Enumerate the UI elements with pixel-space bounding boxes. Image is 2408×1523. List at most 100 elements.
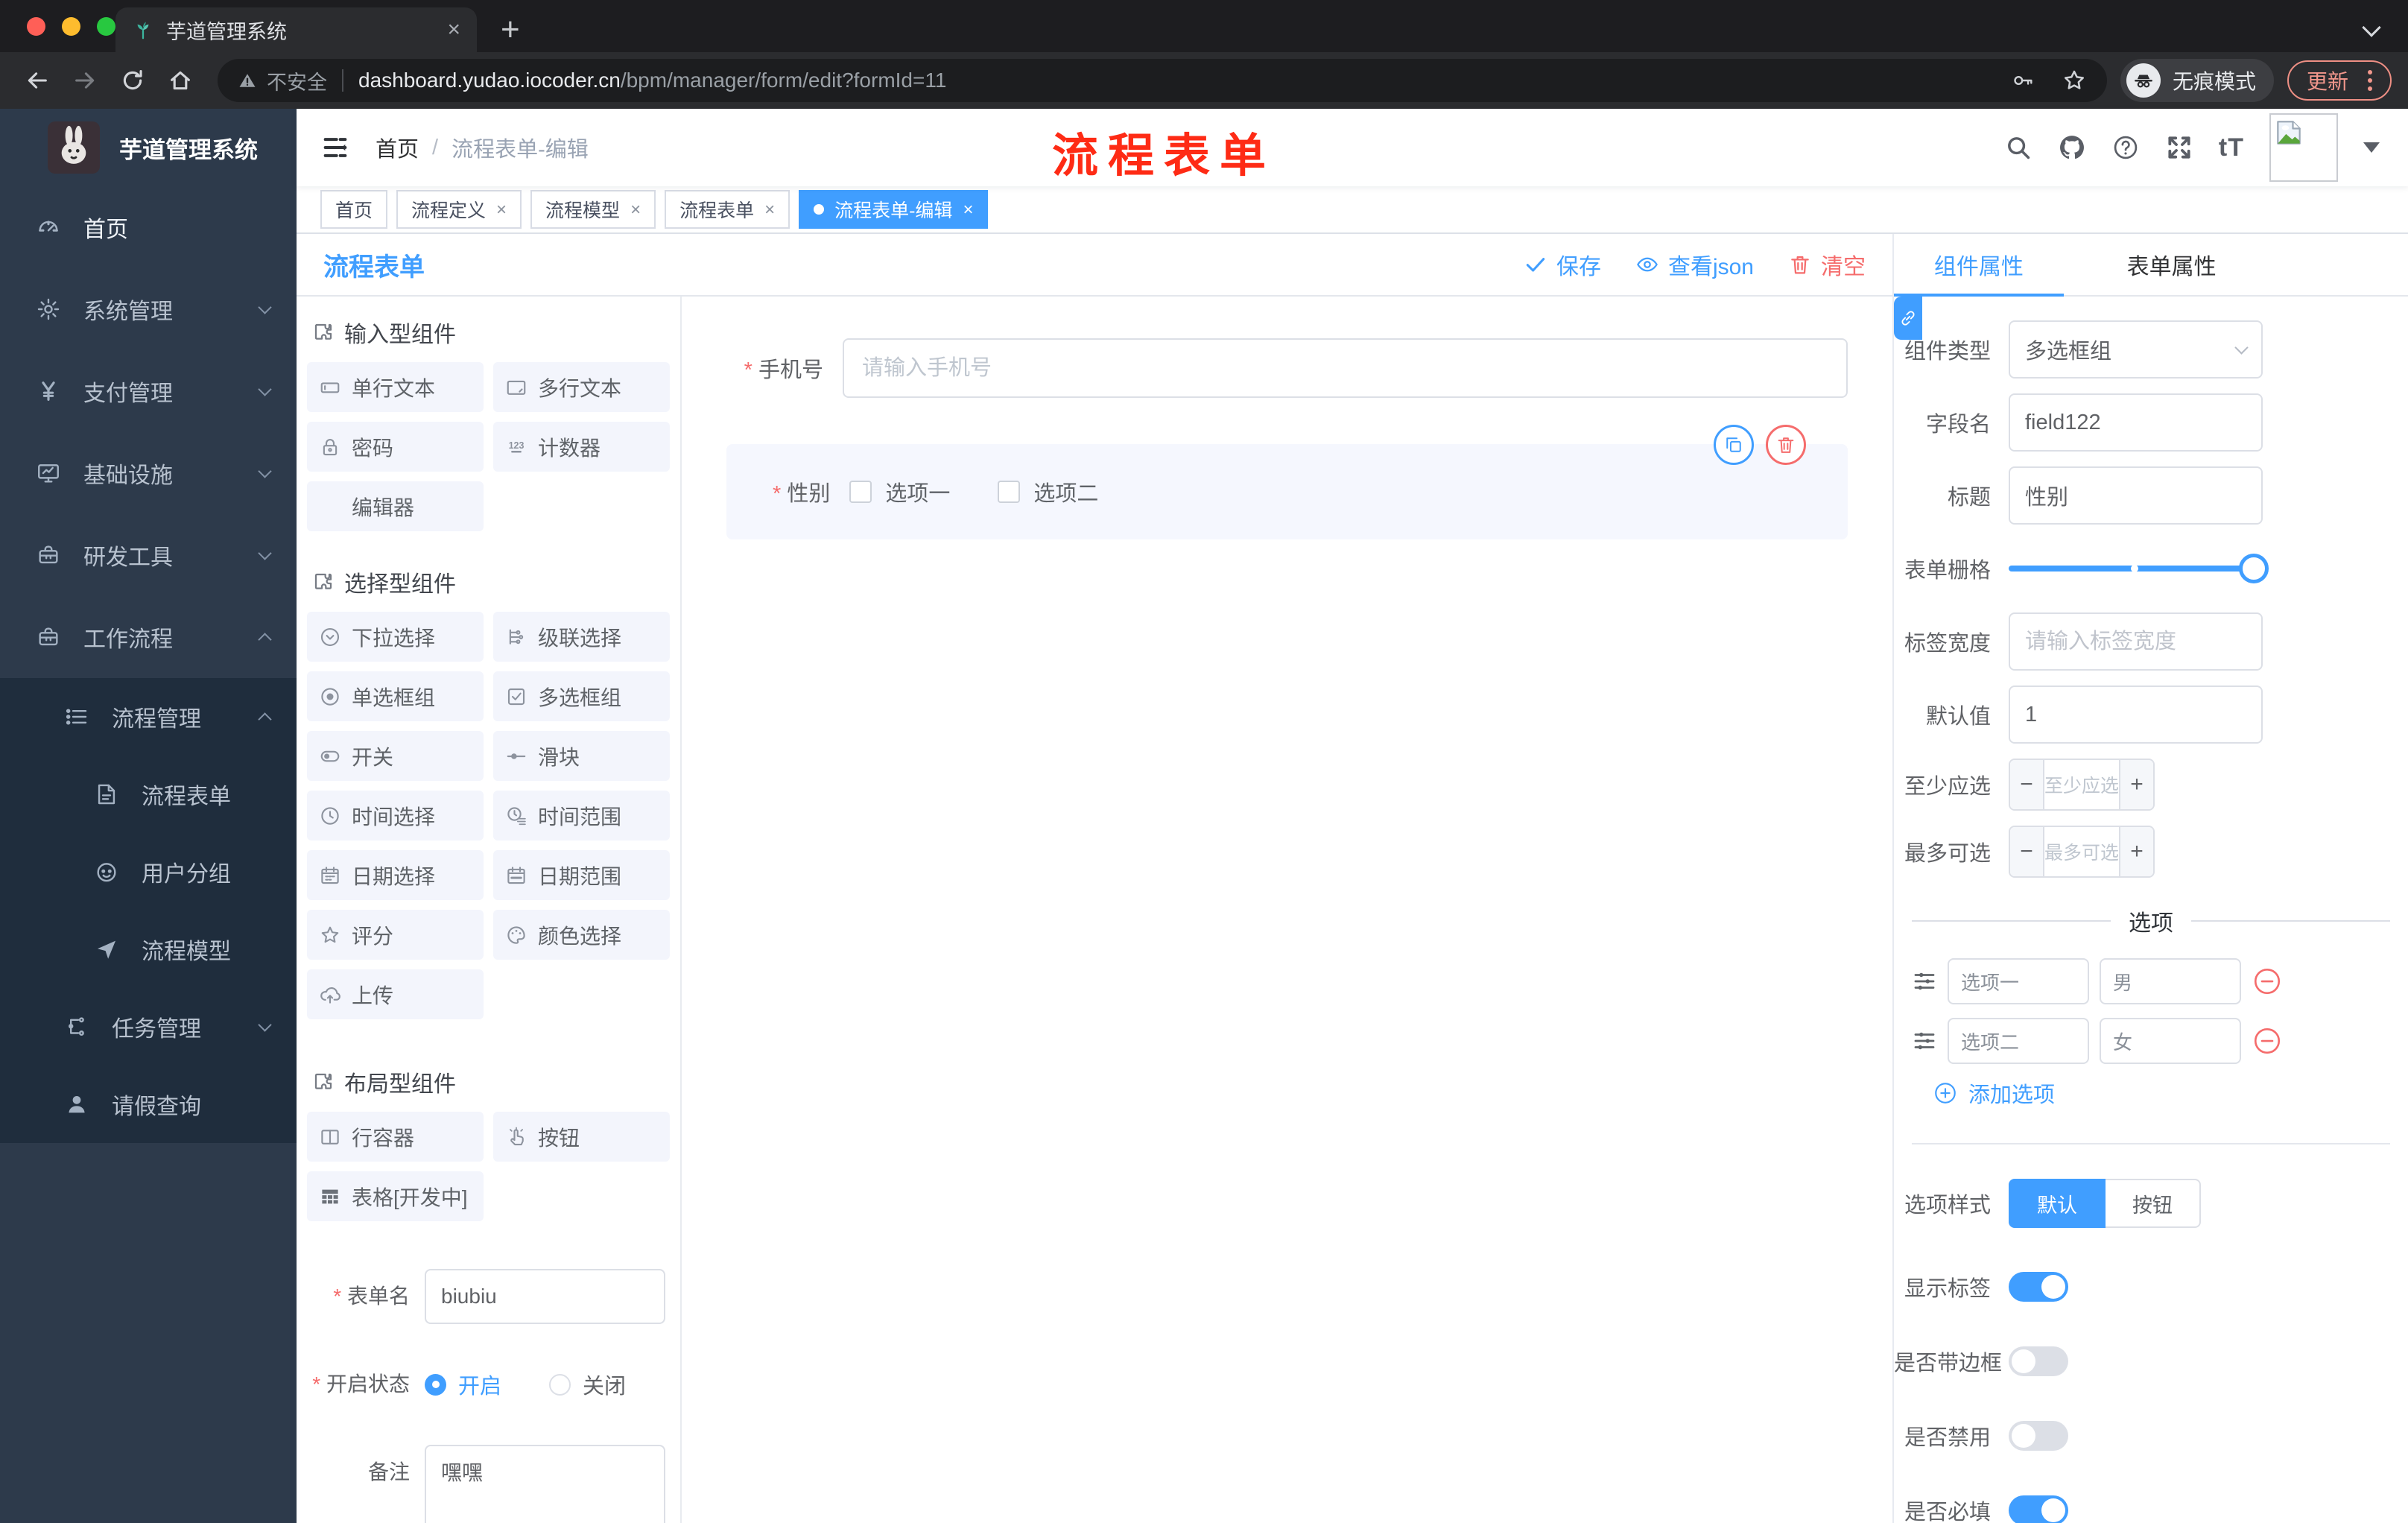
sidebar-item-user-group[interactable]: 用户分组 — [0, 833, 297, 911]
palette-item-switch[interactable]: 开关 — [307, 731, 484, 781]
form-grid-slider[interactable] — [2009, 539, 2269, 598]
palette-item-time-picker[interactable]: 时间选择 — [307, 791, 484, 840]
drag-handle-icon[interactable] — [1912, 969, 1937, 994]
help-icon[interactable] — [2111, 133, 2140, 162]
drag-handle-icon[interactable] — [1912, 1028, 1937, 1054]
palette-item-date-picker[interactable]: 日期选择 — [307, 850, 484, 900]
sidebar-item-home[interactable]: 首页 — [0, 186, 297, 268]
tag-close-icon[interactable] — [630, 199, 641, 221]
palette-item-color-picker[interactable]: 颜色选择 — [493, 910, 670, 960]
tab-search-chevron-icon[interactable] — [2362, 18, 2381, 37]
form-canvas[interactable]: 手机号 性别 选项一 — [682, 297, 1892, 1523]
github-icon[interactable] — [2058, 133, 2086, 162]
sidebar-fold-icon[interactable] — [320, 133, 350, 162]
fullscreen-icon[interactable] — [2165, 133, 2193, 162]
new-tab-button[interactable]: + — [501, 13, 520, 46]
required-switch[interactable] — [2009, 1495, 2068, 1523]
copy-item-button[interactable] — [1714, 425, 1754, 465]
window-controls[interactable] — [27, 17, 115, 36]
security-warning[interactable]: 不安全 — [237, 66, 327, 95]
zoom-window-button[interactable] — [97, 17, 115, 36]
palette-item-cascader[interactable]: 级联选择 — [493, 612, 670, 662]
palette-item-counter[interactable]: 计数器 — [493, 422, 670, 472]
tab-form-props[interactable]: 表单属性 — [2064, 234, 2280, 295]
bookmark-star-icon[interactable] — [2061, 67, 2088, 94]
stepper-minus-button[interactable] — [2010, 760, 2044, 809]
clear-button[interactable]: 清空 — [1788, 248, 1866, 281]
tag-process-form-edit[interactable]: 流程表单-编辑 — [799, 190, 989, 229]
palette-item-row-container[interactable]: 行容器 — [307, 1112, 484, 1162]
palette-item-password[interactable]: 密码 — [307, 422, 484, 472]
sidebar-item-infrastructure[interactable]: 基础设施 — [0, 432, 297, 514]
palette-item-slider[interactable]: 滑块 — [493, 731, 670, 781]
default-value-input[interactable] — [2009, 685, 2263, 744]
border-switch[interactable] — [2009, 1346, 2068, 1376]
search-icon[interactable] — [2004, 133, 2032, 162]
component-type-select[interactable]: 多选框组 — [2009, 320, 2263, 379]
gender-option1-checkbox[interactable] — [849, 481, 872, 503]
remove-option-button[interactable] — [2252, 966, 2283, 997]
browser-tab[interactable]: 芋道管理系统 × — [115, 7, 477, 52]
tag-process-form[interactable]: 流程表单 — [665, 190, 790, 229]
palette-item-text-input[interactable]: 单行文本 — [307, 362, 484, 412]
max-select-placeholder[interactable]: 最多可选 — [2044, 827, 2119, 876]
tab-close-icon[interactable]: × — [447, 19, 460, 41]
back-icon[interactable] — [16, 60, 58, 101]
palette-item-time-range[interactable]: 时间范围 — [493, 791, 670, 840]
show-label-switch[interactable] — [2009, 1272, 2068, 1302]
option-value-input[interactable] — [2100, 1018, 2241, 1064]
palette-item-editor[interactable]: 编辑器 — [307, 481, 484, 531]
sidebar-item-process-mgmt[interactable]: 流程管理 — [0, 678, 297, 756]
phone-input[interactable] — [843, 338, 1848, 398]
password-key-icon[interactable] — [2010, 68, 2035, 93]
palette-item-rate[interactable]: 评分 — [307, 910, 484, 960]
sidebar-item-payment-mgmt[interactable]: 支付管理 — [0, 350, 297, 432]
close-window-button[interactable] — [27, 17, 45, 36]
canvas-item-phone[interactable]: 手机号 — [726, 338, 1848, 398]
stepper-plus-button[interactable] — [2119, 827, 2153, 876]
tag-close-icon[interactable] — [963, 199, 973, 221]
stepper-plus-button[interactable] — [2119, 760, 2153, 809]
gender-option2-checkbox[interactable] — [998, 481, 1021, 503]
sidebar-item-system-mgmt[interactable]: 系统管理 — [0, 268, 297, 350]
palette-item-date-range[interactable]: 日期范围 — [493, 850, 670, 900]
sidebar-item-task-mgmt[interactable]: 任务管理 — [0, 988, 297, 1066]
forward-icon[interactable] — [64, 60, 106, 101]
home-icon[interactable] — [159, 60, 201, 101]
update-button[interactable]: 更新 — [2287, 60, 2392, 101]
palette-item-upload[interactable]: 上传 — [307, 969, 484, 1019]
palette-item-button[interactable]: 按钮 — [493, 1112, 670, 1162]
breadcrumb-home[interactable]: 首页 — [376, 132, 419, 163]
canvas-item-gender-selected[interactable]: 性别 选项一 选项二 — [726, 425, 1848, 539]
sidebar-item-process-form[interactable]: 流程表单 — [0, 756, 297, 833]
sidebar-item-leave-query[interactable]: 请假查询 — [0, 1066, 297, 1143]
form-remark-textarea[interactable]: 嘿嘿 — [425, 1445, 665, 1523]
add-option-button[interactable]: 添加选项 — [1933, 1077, 2408, 1109]
avatar[interactable] — [2269, 113, 2338, 182]
tag-close-icon[interactable] — [764, 199, 775, 221]
form-name-input[interactable] — [425, 1269, 665, 1324]
status-off-radio[interactable]: 关闭 — [549, 1369, 626, 1400]
sidebar-logo[interactable]: 芋道管理系统 — [0, 109, 297, 186]
font-size-icon[interactable] — [2219, 133, 2244, 162]
save-button[interactable]: 保存 — [1524, 248, 1601, 281]
option-label-input[interactable] — [1948, 1018, 2089, 1064]
palette-item-table[interactable]: 表格[开发中] — [307, 1171, 484, 1221]
reload-icon[interactable] — [112, 60, 153, 101]
sidebar-item-dev-tools[interactable]: 研发工具 — [0, 514, 297, 596]
palette-item-select[interactable]: 下拉选择 — [307, 612, 484, 662]
sidebar-item-workflow[interactable]: 工作流程 — [0, 596, 297, 678]
delete-item-button[interactable] — [1766, 425, 1806, 465]
stepper-minus-button[interactable] — [2010, 827, 2044, 876]
avatar-caret-icon[interactable] — [2363, 142, 2380, 153]
sidebar-item-process-model[interactable]: 流程模型 — [0, 911, 297, 988]
view-json-button[interactable]: 查看json — [1635, 248, 1754, 281]
slider-handle[interactable] — [2239, 554, 2269, 583]
tag-home[interactable]: 首页 — [320, 190, 388, 229]
remove-option-button[interactable] — [2252, 1025, 2283, 1057]
tab-component-props[interactable]: 组件属性 — [1894, 234, 2064, 295]
palette-item-radio-group[interactable]: 单选框组 — [307, 671, 484, 721]
disabled-switch[interactable] — [2009, 1421, 2068, 1451]
option-value-input[interactable] — [2100, 958, 2241, 1004]
field-name-input[interactable] — [2009, 393, 2263, 452]
